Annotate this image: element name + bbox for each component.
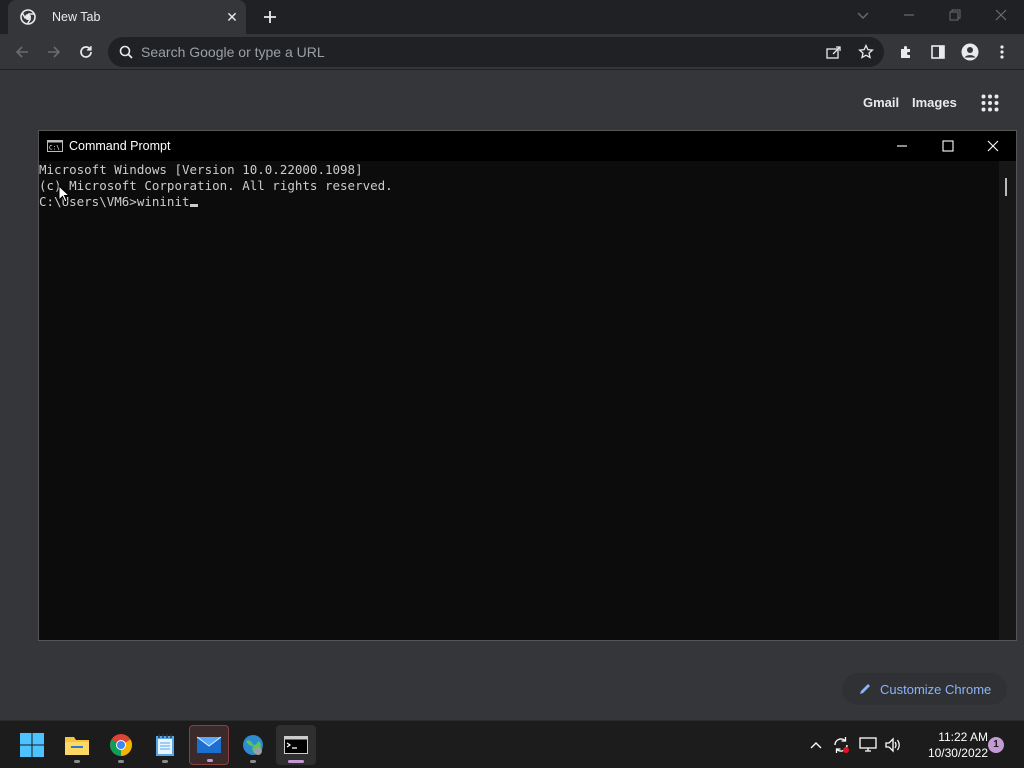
arrow-right-icon xyxy=(48,46,61,58)
system-clock[interactable]: 11:22 AM 10/30/2022 xyxy=(908,729,988,761)
reload-button[interactable] xyxy=(74,40,98,64)
plus-icon xyxy=(264,11,276,23)
images-link[interactable]: Images xyxy=(912,95,957,110)
side-panel-button[interactable] xyxy=(926,40,950,64)
chrome-icon xyxy=(110,734,132,756)
cmd-title: Command Prompt xyxy=(69,139,171,153)
restore-icon xyxy=(949,9,961,21)
cmd-icon xyxy=(284,736,308,754)
chrome-icon xyxy=(20,9,36,25)
tab-strip: New Tab ✕ xyxy=(0,0,1024,34)
running-indicator xyxy=(74,760,80,763)
taskbar-chrome[interactable] xyxy=(101,725,141,765)
tab-search-button[interactable] xyxy=(850,4,876,26)
customize-chrome-button[interactable]: Customize Chrome xyxy=(842,673,1007,705)
show-hidden-icons-button[interactable] xyxy=(806,735,826,755)
chevron-up-icon xyxy=(810,742,822,749)
mouse-pointer-icon xyxy=(58,185,70,203)
running-indicator xyxy=(162,760,168,763)
customize-chrome-label: Customize Chrome xyxy=(880,681,992,697)
running-indicator xyxy=(250,760,256,763)
extensions-button[interactable] xyxy=(894,40,918,64)
network-tray-icon[interactable] xyxy=(858,735,878,755)
maximize-icon xyxy=(942,140,954,152)
cmd-minimize-button[interactable] xyxy=(879,131,925,161)
close-icon xyxy=(995,9,1007,21)
browser-toolbar: Search Google or type a URL xyxy=(0,34,1024,70)
cmd-console[interactable]: Microsoft Windows [Version 10.0.22000.10… xyxy=(39,161,999,640)
search-icon xyxy=(119,45,133,59)
back-button[interactable] xyxy=(10,40,34,64)
sync-tray-icon[interactable] xyxy=(831,735,851,755)
apps-grid-icon[interactable] xyxy=(981,94,999,112)
tab-new-tab[interactable]: New Tab ✕ xyxy=(8,0,246,34)
clock-date: 10/30/2022 xyxy=(927,746,988,760)
console-line: Microsoft Windows [Version 10.0.22000.10… xyxy=(39,162,363,177)
mail-icon xyxy=(196,736,222,753)
cmd-title-bar[interactable]: C:\ Command Prompt xyxy=(39,131,1016,161)
minimize-icon xyxy=(904,14,914,16)
clock-time: 11:22 AM xyxy=(938,730,988,744)
arrow-left-icon xyxy=(15,46,28,58)
side-panel-icon xyxy=(931,45,945,59)
more-vert-icon xyxy=(1000,45,1004,59)
puzzle-icon xyxy=(901,46,910,58)
star-icon[interactable] xyxy=(858,44,874,60)
close-window-button[interactable] xyxy=(988,4,1014,26)
network-icon xyxy=(859,737,877,752)
taskbar-notepad[interactable] xyxy=(145,725,185,765)
menu-button[interactable] xyxy=(990,40,1014,64)
running-indicator xyxy=(207,759,213,762)
cmd-maximize-button[interactable] xyxy=(925,131,971,161)
gmail-link[interactable]: Gmail xyxy=(863,95,899,110)
globe-icon xyxy=(243,735,263,755)
running-indicator xyxy=(118,760,124,763)
taskbar-mail[interactable] xyxy=(189,725,229,765)
close-icon[interactable]: ✕ xyxy=(224,9,240,25)
tab-title: New Tab xyxy=(52,10,101,24)
taskbar: 11:22 AM 10/30/2022 1 xyxy=(0,720,1024,768)
cmd-scrollbar[interactable] xyxy=(999,161,1016,640)
scrollbar-thumb[interactable] xyxy=(1005,178,1007,196)
restore-button[interactable] xyxy=(942,4,968,26)
omnibox[interactable]: Search Google or type a URL xyxy=(108,37,884,67)
forward-button[interactable] xyxy=(42,40,66,64)
new-tab-button[interactable] xyxy=(258,6,282,28)
volume-tray-icon[interactable] xyxy=(883,735,903,755)
text-cursor xyxy=(189,204,198,207)
taskbar-control-panel[interactable] xyxy=(233,725,273,765)
start-button[interactable] xyxy=(12,725,52,765)
omnibox-placeholder: Search Google or type a URL xyxy=(141,44,325,60)
cmd-close-button[interactable] xyxy=(970,131,1016,161)
taskbar-command-prompt[interactable] xyxy=(276,725,316,765)
minimize-button[interactable] xyxy=(896,4,922,26)
running-indicator xyxy=(288,760,304,763)
notification-badge[interactable]: 1 xyxy=(988,737,1004,753)
console-prompt-line: C:\Users\VM6>wininit xyxy=(39,194,999,210)
chevron-down-icon xyxy=(857,12,869,19)
command-prompt-window[interactable]: C:\ Command Prompt Microsoft Windows [Ve… xyxy=(38,130,1017,641)
console-line: (c) Microsoft Corporation. All rights re… xyxy=(39,178,393,193)
minimize-icon xyxy=(897,145,907,147)
close-icon xyxy=(987,140,999,152)
taskbar-file-explorer[interactable] xyxy=(57,725,97,765)
svg-text:C:\: C:\ xyxy=(49,145,60,152)
sync-icon xyxy=(834,737,849,753)
notepad-icon xyxy=(156,734,174,756)
folder-icon xyxy=(65,737,89,755)
pencil-icon xyxy=(860,684,870,694)
avatar-icon xyxy=(961,43,979,61)
reload-icon xyxy=(80,46,92,58)
windows-logo-icon xyxy=(20,733,44,757)
profile-button[interactable] xyxy=(958,40,982,64)
speaker-icon xyxy=(885,737,900,753)
share-icon[interactable] xyxy=(826,45,842,59)
cmd-icon: C:\ xyxy=(47,140,63,152)
